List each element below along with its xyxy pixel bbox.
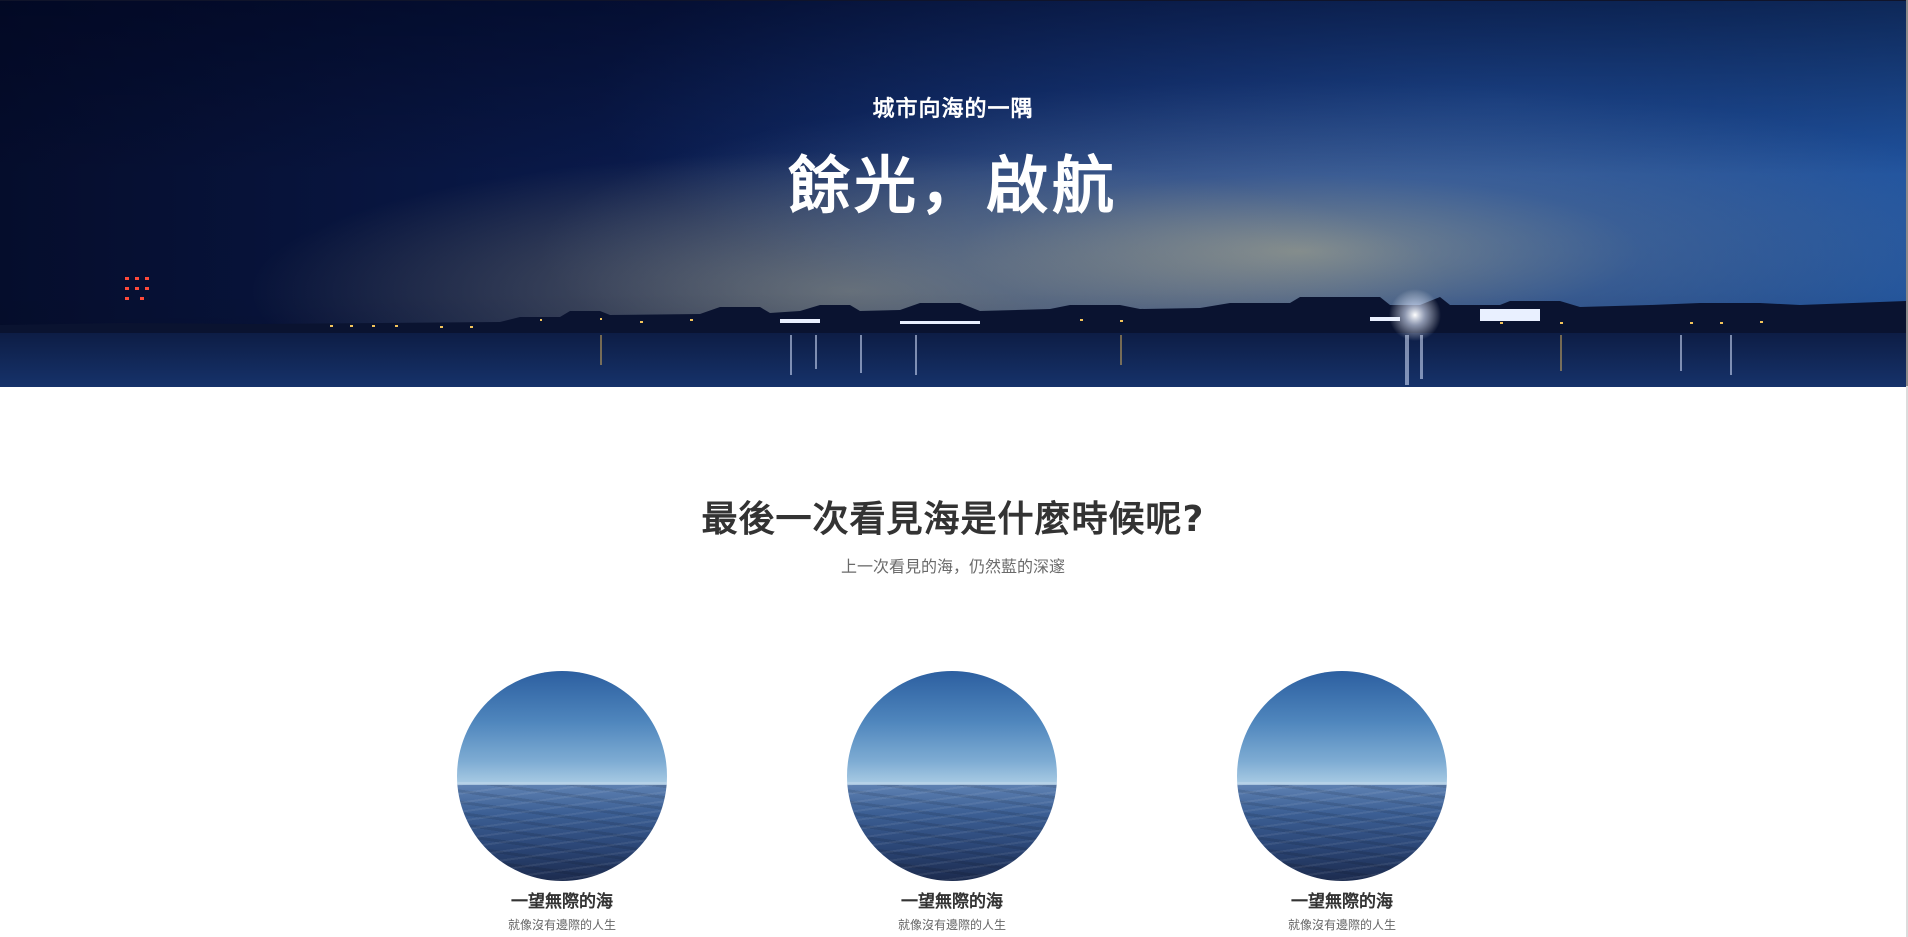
hero-banner: 城市向海的一隅 餘光，啟航 [0,0,1906,387]
city-skyline-image [0,277,1906,387]
card-text: 就像沒有邊際的人生 [1287,918,1396,932]
sea-image [1237,671,1447,881]
card-text: 就像沒有邊際的人生 [507,918,616,932]
card-title: 一望無際的海 [901,892,1003,912]
feature-card: 一望無際的海 就像沒有邊際的人生 [457,671,667,933]
feature-card: 一望無際的海 就像沒有邊際的人生 [847,671,1057,933]
sea-image [847,671,1057,881]
section-title: 最後一次看見海是什麼時候呢? [701,499,1205,540]
feature-card: 一望無際的海 就像沒有邊際的人生 [1237,671,1447,933]
hero-subtitle: 城市向海的一隅 [872,97,1034,122]
section-lead: 上一次看見的海，仍然藍的深邃 [840,557,1065,576]
sea-image [457,671,667,881]
feature-cards: 一望無際的海 就像沒有邊際的人生 一望無際的海 就像沒有邊際的人生 一望無際的海… [0,671,1906,937]
hero-title: 餘光，啟航 [787,149,1118,222]
page: 城市向海的一隅 餘光，啟航 最後一次看見海是什麼時候呢? 上一次看見的海，仍然藍… [0,0,1908,937]
card-title: 一望無際的海 [511,892,613,912]
card-title: 一望無際的海 [1291,892,1393,912]
card-text: 就像沒有邊際的人生 [897,918,1006,932]
